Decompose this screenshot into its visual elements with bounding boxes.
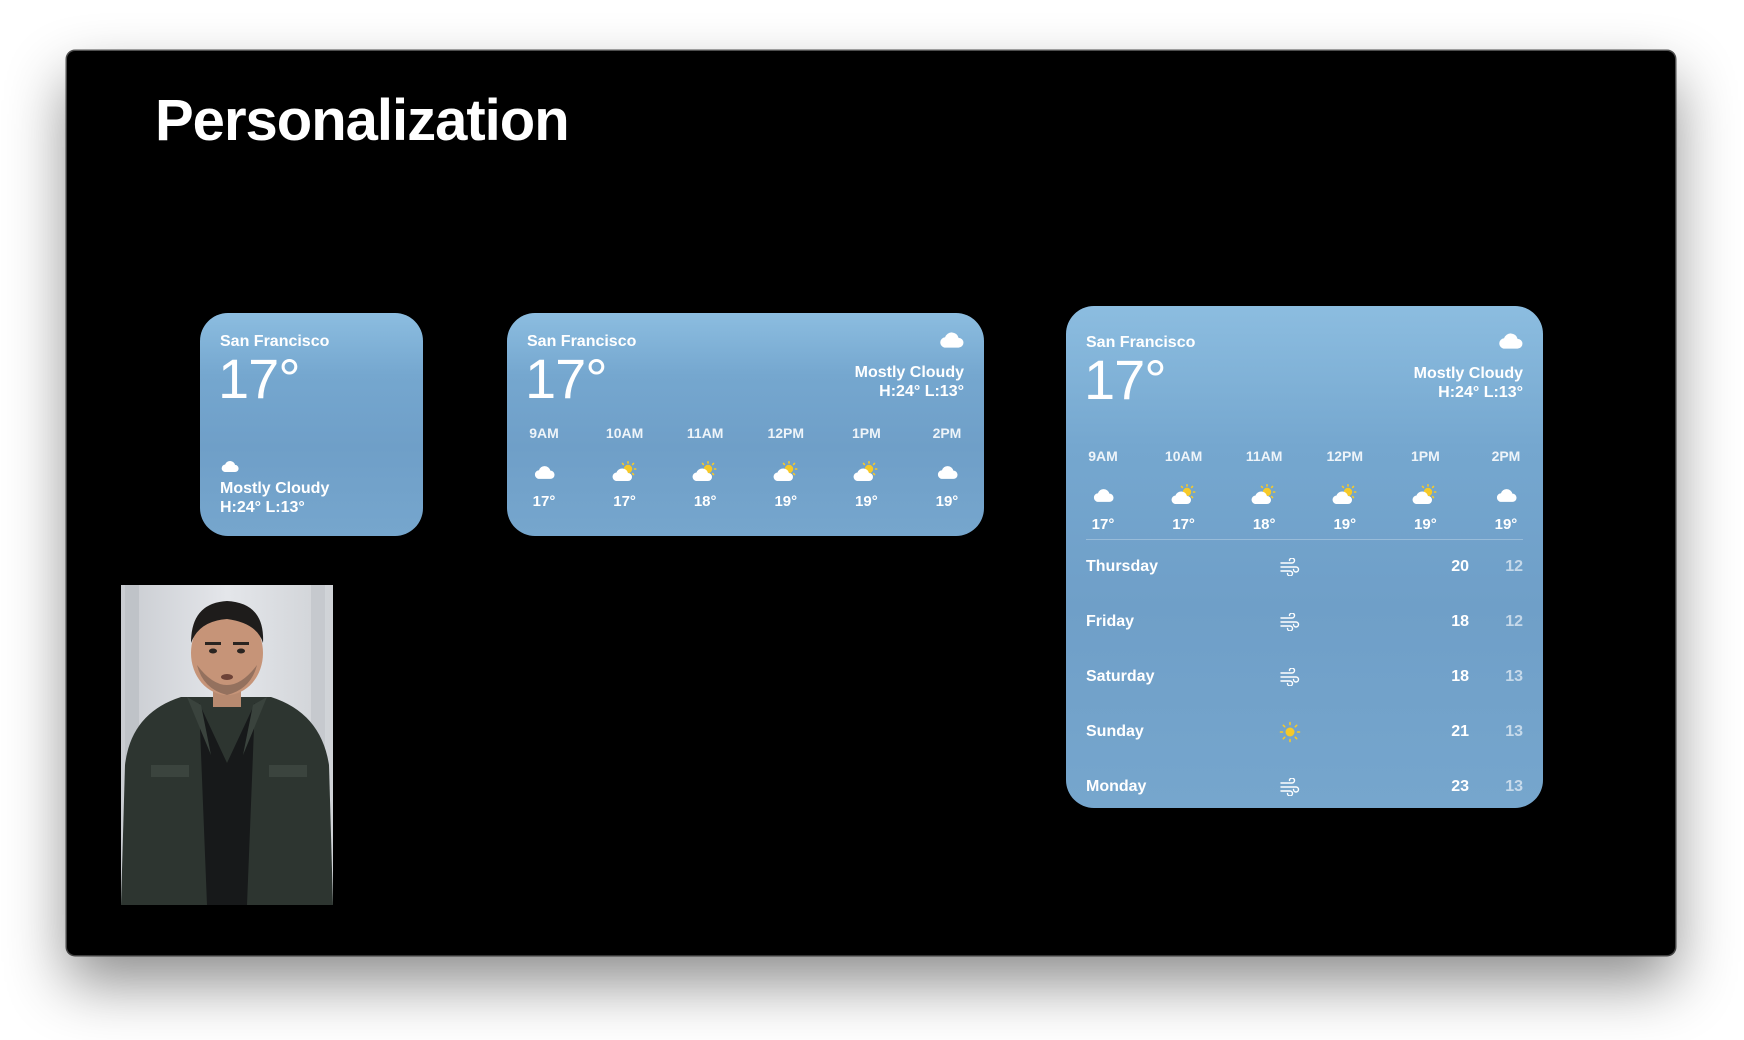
daily-forecast-row: Sunday 21 13 xyxy=(1086,704,1523,759)
weather-widget-medium[interactable]: San Francisco 17° Mostly Cloudy H:24° L:… xyxy=(507,313,984,536)
weather-widget-small[interactable]: San Francisco 17° Mostly Cloudy H:24° L:… xyxy=(200,313,423,536)
day-high-temp: 21 xyxy=(1451,722,1469,740)
hour-time: 2PM xyxy=(1491,448,1521,464)
hour-column: 9AM 17° xyxy=(519,425,569,510)
hour-time: 11AM xyxy=(1245,448,1283,464)
daily-forecast-row: Thursday 20 12 xyxy=(1086,539,1523,594)
widget-condition: Mostly Cloudy xyxy=(220,480,330,497)
hour-time: 12PM xyxy=(767,425,805,441)
hour-time: 10AM xyxy=(1164,448,1203,464)
hour-temperature: 19° xyxy=(774,493,798,510)
hour-column: 9AM 17° xyxy=(1078,448,1128,533)
hour-column: 12PM 19° xyxy=(761,425,811,510)
cloud-icon xyxy=(1092,478,1114,512)
day-low-temp: 12 xyxy=(1505,612,1523,630)
widget-condition: Mostly Cloudy xyxy=(854,364,964,381)
partly-cloudy-icon xyxy=(1411,478,1439,512)
partly-cloudy-icon xyxy=(691,455,719,489)
wind-icon xyxy=(1270,667,1310,686)
daily-forecast-row: Monday 23 13 xyxy=(1086,759,1523,808)
partly-cloudy-icon xyxy=(1250,478,1278,512)
hour-temperature: 19° xyxy=(1494,516,1518,533)
sun-icon xyxy=(1270,721,1310,743)
partly-cloudy-icon xyxy=(1170,478,1198,512)
day-low-temp: 13 xyxy=(1505,722,1523,740)
daily-forecast-row: Saturday 18 13 xyxy=(1086,649,1523,704)
presenter-image xyxy=(121,585,333,905)
day-name: Monday xyxy=(1086,777,1147,795)
hour-column: 2PM 19° xyxy=(922,425,972,510)
weather-widget-large[interactable]: San Francisco 17° Mostly Cloudy H:24° L:… xyxy=(1066,306,1543,808)
day-name: Saturday xyxy=(1086,667,1155,685)
hourly-forecast: 9AM 17° 10AM 17° 11AM 18° 12PM 19° 1PM 19° 2PM 19° xyxy=(1078,448,1531,533)
hour-column: 10AM 17° xyxy=(1159,448,1209,533)
hour-temperature: 19° xyxy=(1333,516,1357,533)
widget-condition-block: Mostly Cloudy H:24° L:13° xyxy=(1414,364,1523,402)
cloud-icon xyxy=(936,455,958,489)
hour-column: 2PM 19° xyxy=(1481,448,1531,533)
daily-forecast: Thursday 20 12 Friday 18 12 Saturday 18 13 Sunday… xyxy=(1086,539,1523,808)
slide-title: Personalization xyxy=(155,88,570,153)
cloud-icon xyxy=(1495,478,1517,512)
day-high-temp: 20 xyxy=(1451,557,1469,575)
wind-icon xyxy=(1270,557,1310,576)
day-name: Sunday xyxy=(1086,722,1144,740)
hour-time: 10AM xyxy=(605,425,644,441)
widget-high-low: H:24° L:13° xyxy=(879,383,964,400)
cloud-icon xyxy=(220,460,239,473)
partly-cloudy-icon xyxy=(852,455,880,489)
cloud-icon xyxy=(533,455,555,489)
hour-time: 9AM xyxy=(1088,448,1118,464)
hour-column: 11AM 18° xyxy=(680,425,730,510)
hour-column: 1PM 19° xyxy=(841,425,891,510)
presentation-window: Personalization San Francisco 17° Mostly… xyxy=(67,51,1675,955)
hour-time: 1PM xyxy=(1410,448,1440,464)
hour-temperature: 19° xyxy=(1414,516,1437,533)
wind-icon xyxy=(1270,777,1310,796)
presenter-video xyxy=(121,585,333,905)
hourly-forecast: 9AM 17° 10AM 17° 11AM 18° 12PM 19° 1PM 19° 2PM 19° xyxy=(519,425,972,510)
hour-column: 11AM 18° xyxy=(1239,448,1289,533)
hour-time: 9AM xyxy=(529,425,559,441)
hour-temperature: 19° xyxy=(855,493,878,510)
hour-temperature: 17° xyxy=(1172,516,1195,533)
day-low-temp: 13 xyxy=(1505,777,1523,795)
daily-forecast-row: Friday 18 12 xyxy=(1086,594,1523,649)
widget-temperature: 17° xyxy=(1084,348,1167,411)
hour-temperature: 17° xyxy=(1091,516,1115,533)
widget-condition-block: Mostly Cloudy H:24° L:13° xyxy=(220,479,329,517)
hour-temperature: 19° xyxy=(935,493,959,510)
hour-time: 1PM xyxy=(851,425,881,441)
partly-cloudy-icon xyxy=(1331,478,1359,512)
hour-time: 11AM xyxy=(686,425,724,441)
day-name: Friday xyxy=(1086,612,1135,630)
widget-temperature: 17° xyxy=(218,347,301,410)
day-high-temp: 23 xyxy=(1451,777,1469,795)
hour-time: 12PM xyxy=(1326,448,1364,464)
day-low-temp: 12 xyxy=(1505,557,1523,575)
hour-temperature: 18° xyxy=(1252,516,1276,533)
cloud-icon xyxy=(938,331,964,349)
day-name: Thursday xyxy=(1086,557,1159,575)
cloud-icon xyxy=(1497,332,1523,350)
widget-high-low: H:24° L:13° xyxy=(1438,384,1523,401)
hour-column: 12PM 19° xyxy=(1320,448,1370,533)
hour-time: 2PM xyxy=(932,425,962,441)
hour-column: 1PM 19° xyxy=(1400,448,1450,533)
day-high-temp: 18 xyxy=(1451,667,1469,685)
hour-temperature: 17° xyxy=(532,493,556,510)
hour-temperature: 17° xyxy=(613,493,636,510)
day-high-temp: 18 xyxy=(1451,612,1469,630)
wind-icon xyxy=(1270,612,1310,631)
widget-temperature: 17° xyxy=(525,347,608,410)
day-low-temp: 13 xyxy=(1505,667,1523,685)
partly-cloudy-icon xyxy=(611,455,639,489)
hour-temperature: 18° xyxy=(693,493,717,510)
widget-high-low: H:24° L:13° xyxy=(220,499,305,516)
widget-condition-block: Mostly Cloudy H:24° L:13° xyxy=(855,363,964,401)
widget-condition: Mostly Cloudy xyxy=(1413,365,1523,382)
partly-cloudy-icon xyxy=(772,455,800,489)
hour-column: 10AM 17° xyxy=(600,425,650,510)
